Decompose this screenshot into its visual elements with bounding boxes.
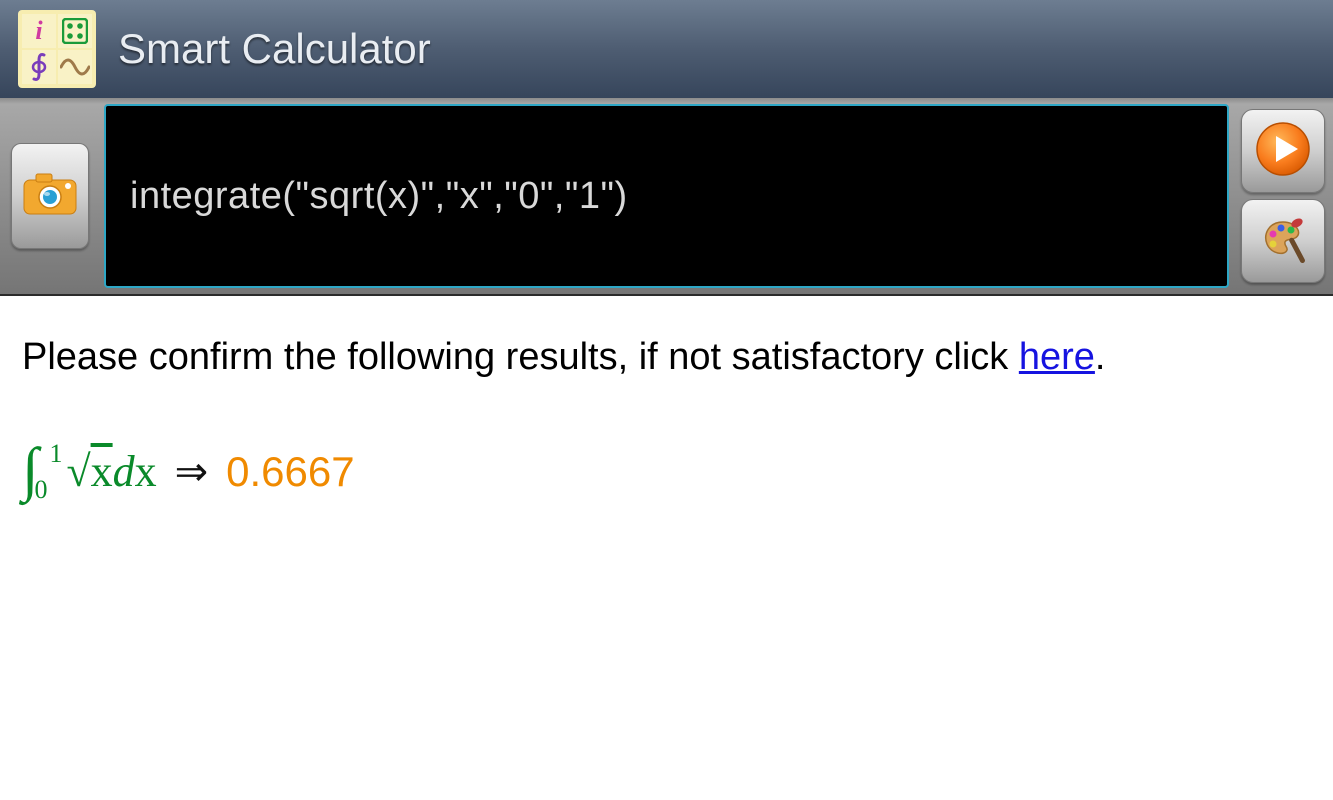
title-bar: i Smart Calculator: [0, 0, 1333, 98]
expression-text: integrate("sqrt(x)","x","0","1"): [130, 175, 628, 218]
info-icon: i: [22, 14, 56, 48]
app-icon: i: [18, 10, 96, 88]
confirm-suffix: .: [1095, 336, 1106, 378]
play-icon: [1255, 121, 1311, 182]
palette-button[interactable]: [1241, 199, 1325, 283]
result-value: 0.6667: [226, 448, 354, 496]
retry-link[interactable]: here: [1019, 336, 1095, 378]
input-toolbar: integrate("sqrt(x)","x","0","1"): [0, 98, 1333, 296]
result-area: Please confirm the following results, if…: [0, 296, 1333, 542]
run-button[interactable]: [1241, 109, 1325, 193]
app-title: Smart Calculator: [118, 25, 431, 73]
confirm-prefix: Please confirm the following results, if…: [22, 336, 1019, 378]
sine-wave-icon: [58, 50, 92, 84]
palette-icon: [1255, 210, 1311, 271]
camera-button[interactable]: [0, 98, 100, 294]
expression-input[interactable]: integrate("sqrt(x)","x","0","1"): [104, 104, 1229, 288]
arrow-icon: ⇒: [175, 448, 209, 495]
phi-integral-icon: [22, 50, 56, 84]
integral-expression: ∫01 √xdx: [22, 437, 157, 506]
grid-dots-icon: [58, 14, 92, 48]
result-expression: ∫01 √xdx ⇒ 0.6667: [22, 437, 1311, 506]
confirm-message: Please confirm the following results, if…: [22, 332, 1311, 383]
camera-icon: [22, 172, 78, 221]
